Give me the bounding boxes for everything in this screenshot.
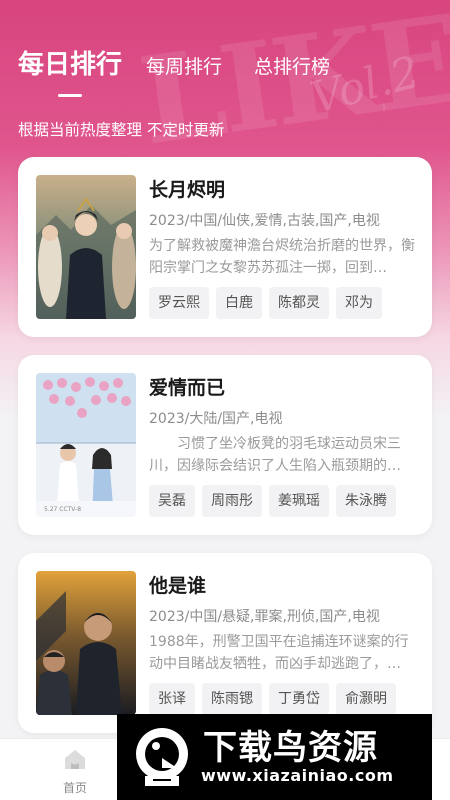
cast-chip[interactable]: 朱泳腾	[336, 485, 396, 517]
cast-chip[interactable]: 周雨彤	[202, 485, 262, 517]
show-description: 为了解救被魔神澹台烬统治折磨的世界，衡阳宗掌门之女黎苏苏孤注一掷，回到…	[149, 238, 415, 276]
nav-home-label: 首页	[62, 781, 87, 795]
cast-chip[interactable]: 陈雨锶	[202, 683, 262, 715]
show-meta: 2023/中国/悬疑,罪案,刑侦,国产,电视	[149, 609, 380, 625]
watermark-overlay: 下载鸟资源 www.xiazainiao.com	[117, 714, 432, 800]
show-meta: 2023/中国/仙侠,爱情,古装,国产,电视	[149, 213, 380, 229]
cast-chip[interactable]: 邓为	[336, 287, 382, 319]
show-title[interactable]: 爱情而已	[149, 373, 419, 403]
show-card[interactable]: 长月烬明 2023/中国/仙侠,爱情,古装,国产,电视 为了解救被魔神澹台烬统治…	[18, 157, 432, 337]
cast-chip[interactable]: 吴磊	[149, 485, 195, 517]
tab-overall-label: 总排行榜	[254, 56, 331, 78]
tab-daily[interactable]: 每日排行	[18, 44, 123, 97]
watermark-title: 下载鸟资源	[203, 728, 378, 768]
cast-list: 张译 陈雨锶 丁勇岱 俞灏明	[149, 683, 419, 715]
ranking-subtitle: 根据当前热度整理 不定时更新	[18, 121, 225, 139]
cast-chip[interactable]: 陈都灵	[269, 287, 329, 319]
show-poster[interactable]: 5.27 CCTV-8	[36, 373, 136, 517]
show-poster[interactable]	[36, 571, 136, 715]
tab-weekly[interactable]: 每周排行	[146, 52, 222, 81]
ranking-tabs: 每日排行 每周排行 总排行榜	[18, 44, 362, 97]
show-title[interactable]: 他是谁	[149, 571, 419, 601]
show-meta: 2023/大陆/国产,电视	[149, 411, 283, 427]
nav-home[interactable]: 首页	[48, 747, 102, 796]
show-info: 爱情而已 2023/大陆/国产,电视 习惯了坐冷板凳的羽毛球运动员宋三川，因缘际…	[149, 373, 419, 517]
show-info: 长月烬明 2023/中国/仙侠,爱情,古装,国产,电视 为了解救被魔神澹台烬统治…	[149, 175, 419, 319]
active-tab-indicator	[58, 94, 82, 97]
tab-weekly-label: 每周排行	[146, 56, 223, 78]
tab-overall[interactable]: 总排行榜	[254, 52, 330, 81]
cast-chip[interactable]: 俞灏明	[336, 683, 396, 715]
show-description: 1988年，刑警卫国平在追捕连环谜案的行动中目睹战友牺牲，而凶手却逃跑了，…	[149, 634, 409, 672]
home-icon	[65, 750, 85, 769]
show-card[interactable]: 他是谁 2023/中国/悬疑,罪案,刑侦,国产,电视 1988年，刑警卫国平在追…	[18, 553, 432, 733]
show-description: 习惯了坐冷板凳的羽毛球运动员宋三川，因缘际会结识了人生陷入瓶颈期的…	[149, 436, 401, 474]
watermark-url: www.xiazainiao.com	[201, 766, 394, 785]
cast-chip[interactable]: 丁勇岱	[269, 683, 329, 715]
cast-list: 吴磊 周雨彤 姜珮瑶 朱泳腾	[149, 485, 419, 517]
cast-chip[interactable]: 姜珮瑶	[269, 485, 329, 517]
cast-chip[interactable]: 白鹿	[216, 287, 262, 319]
cast-list: 罗云熙 白鹿 陈都灵 邓为	[149, 287, 419, 319]
show-poster[interactable]	[36, 175, 136, 319]
show-info: 他是谁 2023/中国/悬疑,罪案,刑侦,国产,电视 1988年，刑警卫国平在追…	[149, 571, 419, 715]
tab-daily-label: 每日排行	[18, 50, 123, 80]
cast-chip[interactable]: 张译	[149, 683, 195, 715]
show-title[interactable]: 长月烬明	[149, 175, 419, 205]
bird-logo-icon	[136, 728, 188, 786]
cast-chip[interactable]: 罗云熙	[149, 287, 209, 319]
show-card[interactable]: 5.27 CCTV-8 爱情而已 2023/大陆/国产,电视 习惯了坐冷板凳的羽…	[18, 355, 432, 535]
svg-text:5.27 CCTV-8: 5.27 CCTV-8	[44, 506, 81, 513]
